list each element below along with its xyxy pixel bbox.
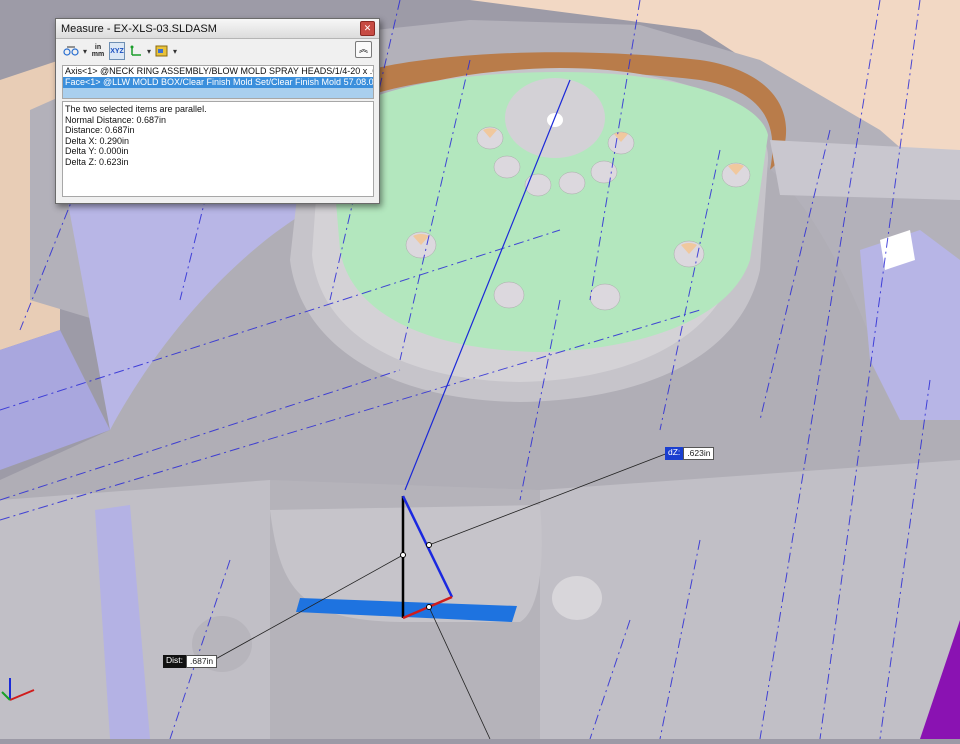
distance-callout[interactable]: Dist: .687in [163, 655, 218, 668]
measurement-history-icon[interactable] [154, 42, 170, 60]
selection-item-face[interactable]: Face<1> @LLW MOLD BOX/Clear Finish Mold … [63, 77, 373, 88]
result-parallel-note: The two selected items are parallel. [65, 104, 207, 114]
measure-toolbar: ▾ in mm XYZ ▾ ▾ [56, 39, 379, 63]
selection-item-axis[interactable]: Axis<1> @NECK RING ASSEMBLY/BLOW MOLD SP… [63, 66, 373, 77]
collapse-button[interactable]: ︽ [355, 41, 372, 58]
dialog-titlebar[interactable]: Measure - EX-XLS-03.SLDASM ✕ [56, 19, 379, 39]
units-in-label: in [94, 44, 102, 51]
selection-item-empty[interactable] [63, 88, 373, 98]
distance-key: Dist: [163, 655, 186, 668]
units-mm-label: mm [91, 51, 105, 58]
history-dropdown-icon[interactable]: ▾ [173, 47, 177, 56]
result-delta-x: Delta X: 0.290in [65, 135, 130, 146]
result-distance: Distance: 0.687in [65, 125, 135, 135]
delta-z-callout[interactable]: dZ: .623in [665, 447, 715, 460]
delta-z-key: dZ: [665, 447, 684, 460]
point-to-point-icon[interactable] [128, 42, 144, 60]
distance-value: .687in [186, 655, 218, 668]
projection-dropdown-icon[interactable]: ▾ [147, 47, 151, 56]
show-xyz-measurements-button[interactable]: XYZ [109, 42, 126, 60]
arc-circle-measurements-icon[interactable] [62, 42, 80, 60]
xyz-icon: XYZ [110, 47, 124, 55]
result-normal-distance: Normal Distance: 0.687in [65, 114, 167, 125]
measurement-results: The two selected items are parallel. Nor… [62, 101, 374, 197]
dialog-title: Measure - EX-XLS-03.SLDASM [61, 22, 217, 35]
selection-list[interactable]: Axis<1> @NECK RING ASSEMBLY/BLOW MOLD SP… [62, 65, 374, 99]
close-button[interactable]: ✕ [360, 21, 375, 36]
result-delta-z: Delta Z: 0.623in [65, 156, 129, 167]
units-precision-button[interactable]: in mm [90, 42, 106, 60]
arc-dropdown-icon[interactable]: ▾ [83, 47, 87, 56]
result-delta-y: Delta Y: 0.000in [65, 146, 129, 156]
delta-z-value: .623in [683, 447, 715, 460]
measure-dialog[interactable]: Measure - EX-XLS-03.SLDASM ✕ ▾ in mm XYZ… [55, 18, 380, 204]
